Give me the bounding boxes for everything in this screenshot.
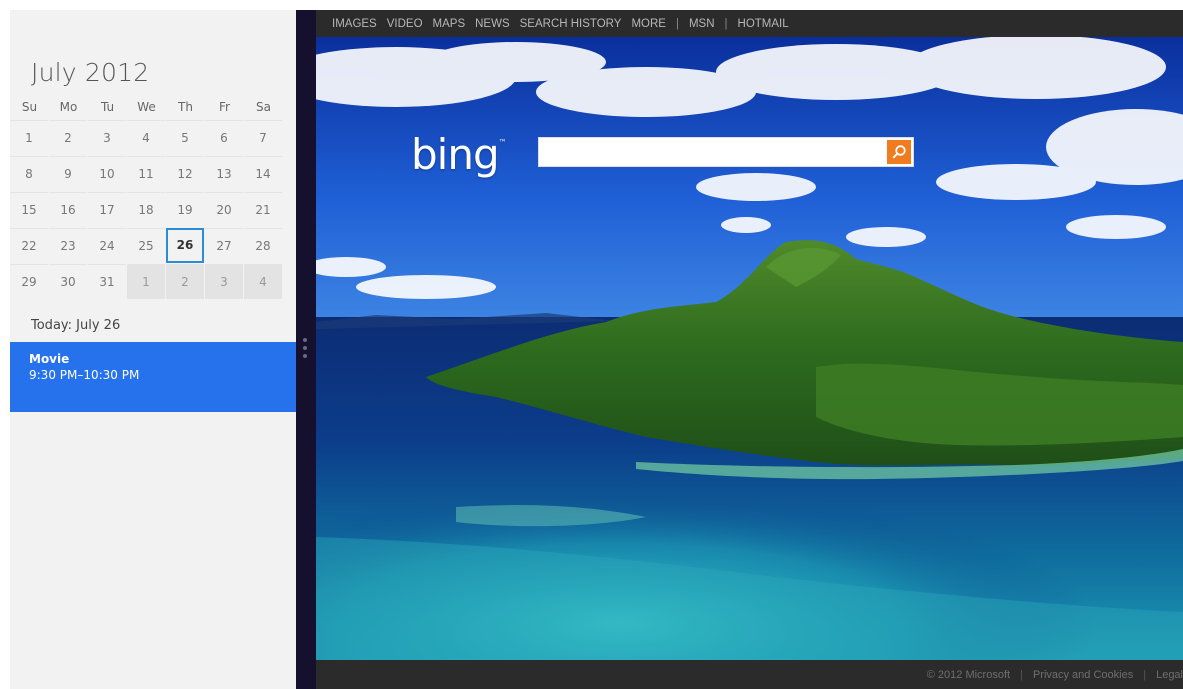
day-cell[interactable]: 22 — [10, 228, 48, 263]
magnifier-icon — [892, 145, 906, 159]
search-input[interactable] — [543, 139, 887, 167]
search-button[interactable] — [887, 140, 911, 164]
event-title: Movie — [29, 352, 70, 366]
bing-logo-text: bing — [411, 130, 500, 179]
week-row: 8 9 10 11 12 13 14 — [10, 156, 296, 192]
day-cell[interactable]: 14 — [244, 156, 282, 191]
bing-logo[interactable]: bing™ — [411, 130, 507, 179]
day-cell[interactable]: 24 — [88, 228, 126, 263]
footer-link: © 2012 Microsoft — [926, 668, 1011, 681]
day-cell[interactable]: 2 — [166, 264, 204, 299]
month-title[interactable]: July 2012 — [31, 58, 149, 87]
nav-link-video[interactable]: VIDEO — [387, 18, 423, 30]
nav-link-news[interactable]: NEWS — [475, 18, 510, 30]
day-cell[interactable]: 7 — [244, 120, 282, 155]
day-cell[interactable]: 13 — [205, 156, 243, 191]
day-cell[interactable]: 2 — [49, 120, 87, 155]
day-cell[interactable]: 19 — [166, 192, 204, 227]
event-card[interactable]: Movie 9:30 PM–10:30 PM — [10, 342, 296, 412]
grip-dots-icon[interactable] — [296, 336, 316, 362]
search-box — [538, 137, 914, 167]
day-cell[interactable]: 6 — [205, 120, 243, 155]
day-cell[interactable]: 1 — [127, 264, 165, 299]
month-grid: Su Mo Tu We Th Fr Sa 1 2 3 4 5 6 7 8 9 10 11 12 13 14 15 16 17… — [10, 100, 296, 300]
event-time: 9:30 PM–10:30 PM — [29, 368, 140, 382]
nav-link-hotmail[interactable]: HOTMAIL — [738, 18, 789, 30]
day-cell[interactable]: 29 — [10, 264, 48, 299]
weekday-label: Tu — [100, 100, 115, 114]
day-cell[interactable]: 9 — [49, 156, 87, 191]
day-cell[interactable]: 3 — [88, 120, 126, 155]
nav-link-maps[interactable]: MAPS — [433, 18, 466, 30]
weekday-label: Fr — [219, 100, 230, 114]
weekday-label: Mo — [59, 100, 78, 114]
weekday-label: We — [137, 100, 156, 114]
day-cell[interactable]: 16 — [49, 192, 87, 227]
calendar-pane: July 2012 Su Mo Tu We Th Fr Sa 1 2 3 4 5 6 7 8 9 10 11 12… — [10, 10, 296, 689]
nav-link-more[interactable]: MORE — [631, 18, 666, 30]
nav-link-msn[interactable]: MSN — [689, 18, 715, 30]
day-cell[interactable]: 15 — [10, 192, 48, 227]
day-cell[interactable]: 17 — [88, 192, 126, 227]
footer-link[interactable]: Privacy and Cookies — [1033, 669, 1133, 681]
nav-separator: | — [675, 17, 679, 30]
bing-footer: © 2012 Microsoft | Privacy and Cookies | Leg… — [316, 660, 1183, 689]
day-cell[interactable]: 23 — [49, 228, 87, 263]
day-cell[interactable]: 31 — [88, 264, 126, 299]
day-cell[interactable]: 1 — [10, 120, 48, 155]
day-cell[interactable]: 4 — [244, 264, 282, 299]
day-cell[interactable]: 20 — [205, 192, 243, 227]
weekday-header-row: Su Mo Tu We Th Fr Sa — [10, 100, 296, 120]
weekday-label: Sa — [256, 100, 271, 114]
day-cell[interactable]: 21 — [244, 192, 282, 227]
week-row: 29 30 31 1 2 3 4 — [10, 264, 296, 300]
weekday-label: Th — [178, 100, 193, 114]
weeks-container: 1 2 3 4 5 6 7 8 9 10 11 12 13 14 15 16 17 18 19 20 21 22 23 24 2… — [10, 120, 296, 300]
day-cell[interactable]: 27 — [205, 228, 243, 263]
day-cell[interactable]: 18 — [127, 192, 165, 227]
day-cell-today[interactable]: 26 — [166, 228, 204, 263]
week-row: 15 16 17 18 19 20 21 — [10, 192, 296, 228]
day-cell[interactable]: 30 — [49, 264, 87, 299]
footer-separator: | — [1020, 668, 1023, 681]
day-cell[interactable]: 28 — [244, 228, 282, 263]
day-cell[interactable]: 5 — [166, 120, 204, 155]
snap-splitter[interactable] — [296, 10, 316, 689]
trademark-symbol: ™ — [498, 138, 507, 147]
week-row: 22 23 24 25 26 27 28 — [10, 228, 296, 264]
nav-link-search-history[interactable]: SEARCH HISTORY — [520, 18, 622, 30]
day-cell[interactable]: 4 — [127, 120, 165, 155]
nav-separator: | — [724, 17, 728, 30]
day-cell[interactable]: 8 — [10, 156, 48, 191]
today-label[interactable]: Today: July 26 — [31, 318, 120, 333]
day-cell[interactable]: 10 — [88, 156, 126, 191]
nav-link-images[interactable]: IMAGES — [332, 18, 377, 30]
footer-link[interactable]: Legal — [1156, 669, 1183, 681]
day-cell[interactable]: 12 — [166, 156, 204, 191]
day-cell[interactable]: 3 — [205, 264, 243, 299]
day-cell[interactable]: 25 — [127, 228, 165, 263]
browser-pane: IMAGES VIDEO MAPS NEWS SEARCH HISTORY MORE | MS… — [316, 10, 1183, 689]
footer-separator: | — [1143, 668, 1147, 681]
weekday-label: Su — [21, 100, 38, 114]
week-row: 1234567 — [10, 120, 296, 156]
day-cell[interactable]: 11 — [127, 156, 165, 191]
bing-top-nav: IMAGES VIDEO MAPS NEWS SEARCH HISTORY MORE | MS… — [316, 10, 1183, 37]
